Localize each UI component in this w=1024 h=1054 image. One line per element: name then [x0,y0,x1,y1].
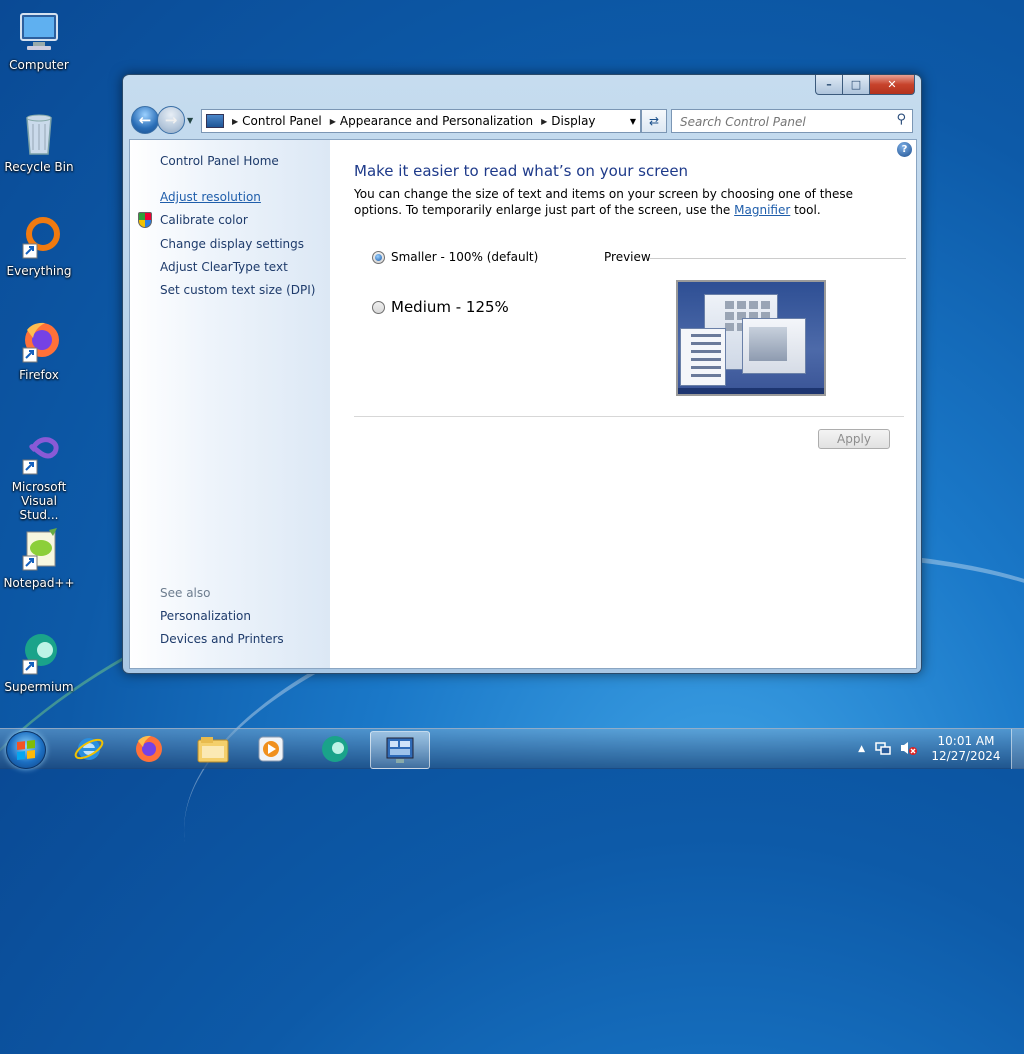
firefox-icon [15,318,63,366]
option-medium[interactable]: Medium - 125% [372,298,509,316]
radio-medium[interactable] [372,300,385,314]
control-panel-icon [386,737,414,763]
maximize-button[interactable]: □ [843,75,870,95]
radio-smaller[interactable] [372,250,385,264]
sidebar-control-panel-home[interactable]: Control Panel Home [160,154,279,168]
supermium-icon [322,736,348,762]
preview-window-c [680,328,726,386]
taskbar-control-panel[interactable] [370,731,430,769]
firefox-icon [136,735,162,762]
main-panel: Make it easier to read what’s on your sc… [354,140,916,668]
taskbar-supermium[interactable] [308,731,362,767]
arrow-right-icon: → [164,111,178,129]
magnifier-link[interactable]: Magnifier [734,203,790,217]
preview-divider [650,258,906,259]
sidebar-change-display-settings[interactable]: Change display settings [160,237,304,251]
minimize-button[interactable]: – [815,75,843,95]
arrow-left-icon: ← [138,111,152,129]
uac-shield-icon [138,212,152,228]
option-smaller-label: Smaller - 100% (default) [391,250,539,264]
see-also-label: See also [160,586,211,600]
preview-window-b [742,318,806,374]
desktop-icon-firefox[interactable]: Firefox [2,318,76,382]
preview-image [676,280,826,396]
sidebar-adjust-resolution[interactable]: Adjust resolution [160,190,261,204]
control-panel-icon [206,114,224,128]
sidebar: Control Panel Home Adjust resolution Cal… [130,140,330,668]
caption-buttons: – □ ✕ [815,75,915,95]
show-hidden-icons-icon[interactable]: ▲ [858,744,865,754]
refresh-icon: ⇄ [648,114,660,128]
desktop-icon-recycle-bin[interactable]: Recycle Bin [2,110,76,174]
back-button[interactable]: ← [131,106,159,134]
breadcrumb-appearance[interactable]: Appearance and Personalization [340,114,533,128]
desktop-icon-everything[interactable]: Everything [2,214,76,278]
breadcrumb-display[interactable]: Display [551,114,595,128]
taskbar-explorer[interactable] [186,731,240,767]
forward-button[interactable]: → [157,106,185,134]
taskbar-internet-explorer[interactable] [62,731,116,767]
notepad-plus-plus-icon [15,526,63,574]
content-area: Control Panel Home Adjust resolution Cal… [129,139,917,669]
search-input[interactable] [678,112,882,132]
option-medium-label: Medium - 125% [391,298,509,316]
taskbar: ▲ 10:01 AM 12/27/2024 [0,728,1024,769]
desktop-icon-supermium[interactable]: Supermium [2,630,76,694]
sidebar-devices-and-printers[interactable]: Devices and Printers [160,632,284,646]
preview-taskbar [678,388,824,394]
navigation-bar: ← → ▼ ▶ Control Panel ▶ Appearance and P… [129,105,915,135]
option-smaller[interactable]: Smaller - 100% (default) [372,250,538,264]
taskbar-firefox[interactable] [122,731,176,767]
breadcrumb-chevron-icon[interactable]: ▶ [232,117,238,126]
address-dropdown-icon[interactable]: ▼ [630,117,636,126]
computer-icon [15,8,63,56]
start-button[interactable] [6,731,46,769]
description-text-end: tool. [790,203,821,217]
search-icon[interactable]: ⚲ [896,112,906,127]
page-description: You can change the size of text and item… [354,186,894,218]
sidebar-personalization[interactable]: Personalization [160,609,251,623]
everything-icon [15,214,63,262]
supermium-icon [15,630,63,678]
internet-explorer-icon [74,738,104,760]
sidebar-adjust-cleartype[interactable]: Adjust ClearType text [160,260,288,274]
close-button[interactable]: ✕ [870,75,915,95]
visual-studio-icon [15,430,63,478]
system-tray: ▲ 10:01 AM 12/27/2024 [858,729,1024,769]
media-player-icon [258,736,284,762]
recent-pages-dropdown[interactable]: ▼ [187,116,193,125]
breadcrumb-chevron-icon[interactable]: ▶ [541,117,547,126]
display-window: – □ ✕ ← → ▼ ▶ Control Panel ▶ Appearance… [122,74,922,674]
content-divider [354,416,904,417]
clock[interactable]: 10:01 AM 12/27/2024 [921,734,1011,764]
apply-button[interactable]: Apply [818,429,890,449]
desktop-icon-notepad-plus-plus[interactable]: Notepad++ [2,526,76,590]
windows-logo-icon [17,740,35,760]
network-icon[interactable] [875,740,891,759]
preview-label: Preview [604,250,651,264]
show-desktop-button[interactable] [1011,729,1024,769]
page-title: Make it easier to read what’s on your sc… [354,162,689,180]
folder-icon [197,737,229,763]
taskbar-media-player[interactable] [244,731,298,767]
breadcrumb-control-panel[interactable]: Control Panel [242,114,322,128]
sidebar-custom-dpi[interactable]: Set custom text size (DPI) [160,283,315,297]
desktop-icon-computer[interactable]: Computer [2,8,76,72]
breadcrumb-chevron-icon[interactable]: ▶ [330,117,336,126]
clock-time: 10:01 AM [937,734,995,748]
desktop-icon-visual-studio[interactable]: Microsoft Visual Stud... [2,430,76,522]
address-bar[interactable]: ▶ Control Panel ▶ Appearance and Persona… [201,109,641,133]
recycle-bin-icon [15,110,63,158]
volume-muted-icon[interactable] [899,740,917,759]
clock-date: 12/27/2024 [931,749,1001,763]
search-box: ⚲ [671,109,913,133]
refresh-button[interactable]: ⇄ [641,109,667,133]
sidebar-calibrate-color[interactable]: Calibrate color [160,213,248,227]
